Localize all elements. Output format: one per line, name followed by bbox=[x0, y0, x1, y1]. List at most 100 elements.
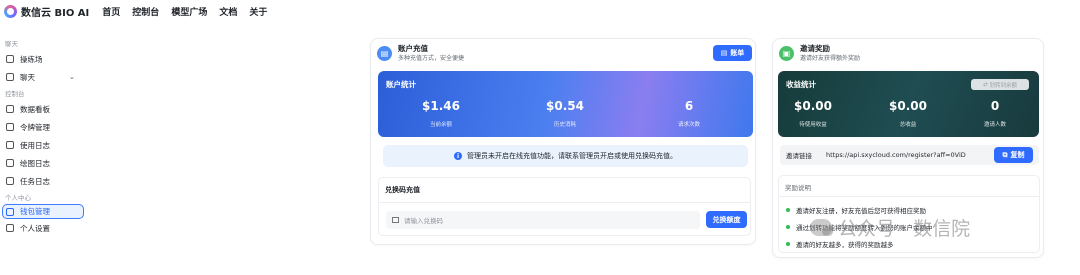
divider bbox=[379, 202, 750, 203]
stat-pending-label: 待使用收益 bbox=[799, 122, 827, 128]
playground-icon bbox=[6, 55, 14, 63]
bullet-dot-icon bbox=[786, 208, 790, 212]
copy-icon: ⧉ bbox=[1002, 150, 1008, 159]
sidebar-item-task-log[interactable]: 任务日志 bbox=[0, 172, 90, 190]
sidebar-item-label: 任务日志 bbox=[20, 176, 50, 186]
recharge-subtitle: 多种充值方式，安全便捷 bbox=[398, 55, 465, 62]
bar-chart-icon bbox=[6, 141, 14, 149]
recharge-title: 账户充值 bbox=[398, 44, 428, 53]
dashboard-icon bbox=[6, 105, 14, 113]
sidebar-item-settings[interactable]: 个人设置 bbox=[0, 219, 90, 237]
wechat-watermark: 公众号 · 数信院 bbox=[810, 214, 970, 241]
sidebar-section-title-console: 控制台 bbox=[5, 90, 25, 98]
key-icon bbox=[6, 123, 14, 131]
sidebar-item-playground[interactable]: 操练场 bbox=[0, 50, 90, 68]
info-icon: i bbox=[454, 152, 462, 160]
redeem-title: 兑换码充值 bbox=[385, 186, 420, 194]
stat-total-value: $0.00 bbox=[889, 99, 927, 113]
account-stats-panel: 账户统计 $1.46 当前余额 $0.54 历史消耗 6 请求次数 bbox=[378, 71, 753, 137]
copy-button-label: 复制 bbox=[1010, 151, 1025, 159]
invite-subtitle: 邀请好友获得额外奖励 bbox=[800, 55, 861, 62]
wechat-icon bbox=[810, 219, 833, 236]
brand-logo-icon[interactable] bbox=[4, 4, 17, 18]
notice-banner: i 管理员未开启在线充值功能，请联系管理员开启或使用兑换码充值。 bbox=[383, 145, 748, 167]
stat-invite-value: 0 bbox=[990, 99, 1000, 113]
bill-button-label: 账单 bbox=[730, 49, 745, 57]
redeem-placeholder: 请输入兑换码 bbox=[404, 217, 443, 225]
stat-invite-count: 0 邀请人数 bbox=[950, 99, 1039, 128]
stat-balance: $1.46 当前余额 bbox=[396, 99, 486, 128]
stat-invite-label: 邀请人数 bbox=[983, 122, 1006, 128]
divider bbox=[779, 196, 1039, 197]
recharge-card-header: ▤ 账户充值 多种充值方式，安全便捷 bbox=[377, 44, 464, 63]
stat-consumed-label: 历史消耗 bbox=[553, 122, 576, 128]
invite-title: 邀请奖励 bbox=[800, 44, 830, 53]
chat-icon bbox=[6, 73, 14, 81]
sidebar-item-usage-log[interactable]: 使用日志 bbox=[0, 136, 90, 154]
wallet-icon bbox=[6, 207, 14, 216]
sidebar-item-label: 绘图日志 bbox=[20, 158, 50, 168]
recharge-card: ▤ 账户充值 多种充值方式，安全便捷 ▤ 账单 账户统计 $1.46 当前余额 … bbox=[370, 38, 756, 245]
sidebar-item-wallet[interactable]: 钱包管理 bbox=[2, 204, 84, 219]
stat-pending-value: $0.00 bbox=[794, 99, 832, 113]
invite-link-value[interactable]: https://api.sxycloud.com/register?aff=0V… bbox=[826, 151, 966, 159]
sidebar-section-title-personal: 个人中心 bbox=[5, 194, 31, 202]
sidebar-item-label: 操练场 bbox=[20, 54, 43, 64]
stat-requests: 6 请求次数 bbox=[644, 99, 734, 128]
invite-card-header: ▣ 邀请奖励 邀请好友获得额外奖励 bbox=[779, 44, 860, 63]
stat-requests-label: 请求次数 bbox=[677, 122, 700, 128]
user-icon bbox=[6, 224, 14, 232]
nav-links: 首页 控制台 模型广场 文档 关于 bbox=[102, 5, 279, 18]
sidebar-item-label: 数据看板 bbox=[20, 104, 50, 114]
gift-icon bbox=[392, 217, 399, 223]
watermark-text: 公众号 · 数信院 bbox=[838, 218, 971, 240]
sidebar-item-label: 使用日志 bbox=[20, 140, 50, 150]
bullet-dot-icon bbox=[786, 225, 790, 229]
redeem-button[interactable]: 兑换额度 bbox=[706, 211, 747, 228]
redeem-code-input[interactable]: 请输入兑换码 bbox=[386, 211, 700, 229]
task-icon bbox=[6, 177, 14, 185]
account-stats-title: 账户统计 bbox=[386, 80, 416, 89]
nav-link-docs[interactable]: 文档 bbox=[219, 5, 237, 18]
nav-link-console[interactable]: 控制台 bbox=[132, 5, 159, 18]
stat-pending-earnings: $0.00 待使用收益 bbox=[778, 99, 858, 128]
sidebar-item-chat[interactable]: 聊天 ⌄ bbox=[0, 68, 90, 86]
stat-balance-label: 当前余额 bbox=[429, 122, 452, 128]
image-icon bbox=[6, 159, 14, 167]
sidebar-item-tokens[interactable]: 令牌管理 bbox=[0, 118, 90, 136]
stat-consumed: $0.54 历史消耗 bbox=[520, 99, 610, 128]
stat-total-earnings: $0.00 总收益 bbox=[863, 99, 953, 128]
nav-link-models[interactable]: 模型广场 bbox=[171, 5, 207, 18]
stat-requests-value: 6 bbox=[684, 99, 694, 113]
top-navbar: 数信云 BIO AI 首页 控制台 模型广场 文档 关于 bbox=[0, 0, 1080, 22]
nav-link-home[interactable]: 首页 bbox=[102, 5, 120, 18]
bill-button[interactable]: ▤ 账单 bbox=[713, 45, 752, 61]
stat-total-label: 总收益 bbox=[899, 122, 917, 128]
invite-link-label: 邀请链接 bbox=[786, 152, 812, 160]
app-root: 数信云 BIO AI 首页 控制台 模型广场 文档 关于 聊天 操练场 聊天 ⌄… bbox=[0, 0, 1080, 275]
reward-rules-title: 奖励说明 bbox=[785, 184, 811, 192]
stat-consumed-value: $0.54 bbox=[546, 99, 584, 113]
sidebar: 聊天 操练场 聊天 ⌄ 控制台 数据看板 令牌管理 使用日志 绘图日志 任务日志… bbox=[0, 36, 90, 237]
bullet-dot-icon bbox=[786, 242, 790, 246]
transfer-icon: ⇄ bbox=[982, 81, 988, 88]
notice-text: 管理员未开启在线充值功能，请联系管理员开启或使用兑换码充值。 bbox=[467, 152, 677, 160]
sidebar-item-drawing-log[interactable]: 绘图日志 bbox=[0, 154, 90, 172]
sidebar-section-title-chat: 聊天 bbox=[5, 40, 18, 48]
sidebar-item-label: 钱包管理 bbox=[20, 207, 50, 216]
sidebar-item-label: 聊天 bbox=[20, 72, 35, 82]
stat-balance-value: $1.46 bbox=[422, 99, 460, 113]
earnings-stats-panel: 收益统计 ⇄ 划转到余额 $0.00 待使用收益 $0.00 总收益 0 邀请人… bbox=[778, 71, 1039, 137]
copy-button[interactable]: ⧉ 复制 bbox=[994, 147, 1033, 163]
nav-link-about[interactable]: 关于 bbox=[249, 5, 267, 18]
brand-name[interactable]: 数信云 BIO AI bbox=[21, 4, 89, 19]
transfer-button-label: 划转到余额 bbox=[989, 82, 1018, 89]
redeem-section: 兑换码充值 请输入兑换码 兑换额度 bbox=[378, 177, 751, 236]
gift-icon: ▣ bbox=[779, 46, 794, 61]
wallet-icon: ▤ bbox=[377, 46, 392, 61]
earnings-stats-title: 收益统计 bbox=[786, 80, 816, 89]
sidebar-item-dashboard[interactable]: 数据看板 bbox=[0, 100, 90, 118]
transfer-to-balance-button[interactable]: ⇄ 划转到余额 bbox=[971, 79, 1029, 90]
chevron-down-icon[interactable]: ⌄ bbox=[69, 73, 75, 81]
sidebar-item-label: 令牌管理 bbox=[20, 122, 50, 132]
